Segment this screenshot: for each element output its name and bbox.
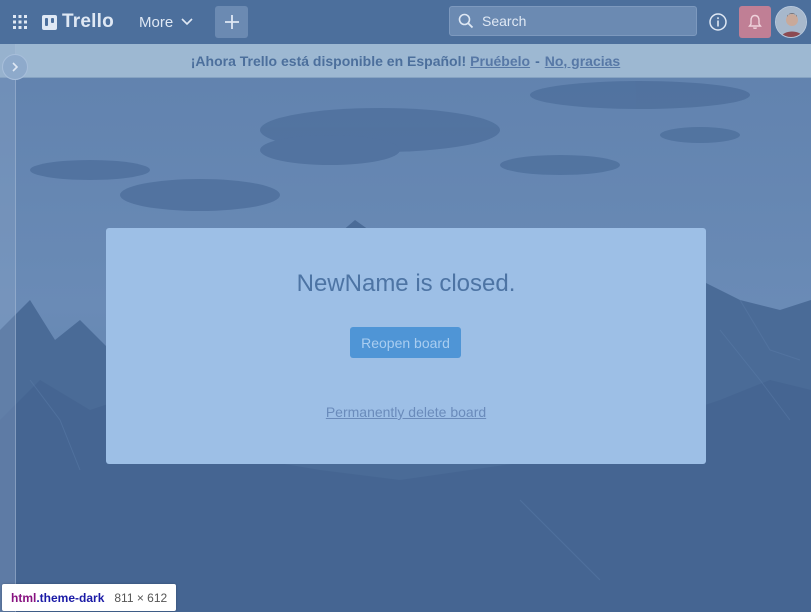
trello-home-link[interactable]: Trello <box>42 10 114 34</box>
create-button[interactable] <box>215 6 248 38</box>
trello-logo-icon <box>42 14 57 30</box>
top-navigation-bar: Trello More <box>0 0 811 44</box>
banner-message: ¡Ahora Trello está disponible en Español… <box>190 52 467 69</box>
search-icon <box>458 13 474 29</box>
board-sidebar-collapsed <box>0 44 16 612</box>
more-label: More <box>139 13 174 31</box>
devtools-element-tooltip: html .theme-dark 811 × 612 <box>2 584 177 611</box>
info-icon[interactable] <box>708 12 728 32</box>
apps-grid-icon[interactable] <box>12 14 28 30</box>
avatar-image <box>776 7 806 37</box>
tooltip-dimensions: 811 × 612 <box>114 590 168 605</box>
banner-separator: - <box>535 52 540 69</box>
decline-spanish-link[interactable]: No, gracias <box>545 53 620 69</box>
language-banner: ¡Ahora Trello está disponible en Español… <box>0 44 811 78</box>
chevron-down-icon <box>181 18 193 26</box>
permanently-delete-board-link[interactable]: Permanently delete board <box>106 404 706 420</box>
try-spanish-link[interactable]: Pruébelo <box>470 53 530 69</box>
chevron-right-icon <box>12 62 19 72</box>
search-box[interactable] <box>449 6 697 36</box>
closed-board-dialog: NewName is closed. Reopen board Permanen… <box>106 228 706 464</box>
tooltip-tag: html <box>11 590 37 605</box>
closed-board-title: NewName is closed. <box>296 270 516 297</box>
notifications-button[interactable] <box>739 6 771 38</box>
sidebar-expand-button[interactable] <box>2 54 28 80</box>
plus-icon <box>224 15 239 29</box>
more-menu-button[interactable]: More <box>131 7 201 37</box>
bell-icon <box>748 14 762 29</box>
tooltip-class: .theme-dark <box>36 590 105 605</box>
avatar[interactable] <box>775 6 807 38</box>
logo-text: Trello <box>62 11 114 32</box>
search-input[interactable] <box>480 12 684 30</box>
reopen-board-button[interactable]: Reopen board <box>350 327 461 358</box>
